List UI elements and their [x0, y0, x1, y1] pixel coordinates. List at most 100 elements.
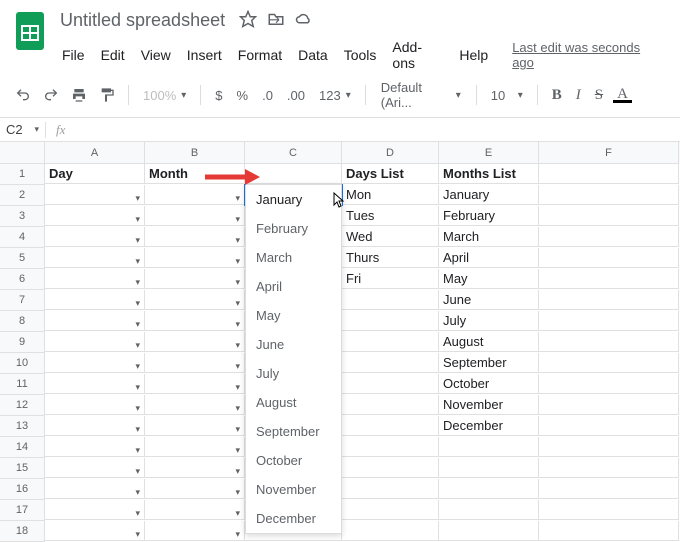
percent-button[interactable]: % [233, 88, 253, 103]
cell-B8[interactable] [145, 311, 245, 331]
cell-B9[interactable] [145, 332, 245, 352]
dropdown-option[interactable]: March [246, 243, 341, 272]
row-header[interactable]: 13 [0, 416, 45, 437]
cell-A4[interactable] [45, 227, 145, 247]
doc-title[interactable]: Untitled spreadsheet [56, 8, 229, 33]
row-header[interactable]: 16 [0, 479, 45, 500]
currency-button[interactable]: $ [211, 88, 226, 103]
cell-B18[interactable] [145, 521, 245, 541]
dropdown-option[interactable]: August [246, 388, 341, 417]
dropdown-option[interactable]: April [246, 272, 341, 301]
row-header[interactable]: 10 [0, 353, 45, 374]
col-header-C[interactable]: C [245, 142, 342, 164]
cell-E11[interactable]: October [439, 374, 539, 394]
cell-F2[interactable] [539, 185, 679, 205]
cell-D15[interactable] [342, 458, 439, 478]
print-button[interactable] [68, 84, 90, 106]
cell-B6[interactable] [145, 269, 245, 289]
cell-E18[interactable] [439, 521, 539, 541]
cell-D10[interactable] [342, 353, 439, 373]
cell-D16[interactable] [342, 479, 439, 499]
cell-E13[interactable]: December [439, 416, 539, 436]
row-header[interactable]: 9 [0, 332, 45, 353]
row-header[interactable]: 5 [0, 248, 45, 269]
dropdown-option[interactable]: November [246, 475, 341, 504]
cell-D14[interactable] [342, 437, 439, 457]
cell-A6[interactable] [45, 269, 145, 289]
cell-D17[interactable] [342, 500, 439, 520]
cell-D13[interactable] [342, 416, 439, 436]
move-icon[interactable] [267, 10, 285, 31]
cell-E10[interactable]: September [439, 353, 539, 373]
text-color-button[interactable]: A [613, 88, 632, 103]
dropdown-option[interactable]: July [246, 359, 341, 388]
cell-A9[interactable] [45, 332, 145, 352]
cell-B12[interactable] [145, 395, 245, 415]
undo-button[interactable] [12, 84, 34, 106]
menu-tools[interactable]: Tools [338, 45, 383, 65]
cell-F10[interactable] [539, 353, 679, 373]
col-header-E[interactable]: E [439, 142, 539, 164]
font-selector[interactable]: Default (Ari... [376, 79, 466, 111]
cell-F14[interactable] [539, 437, 679, 457]
cell-E5[interactable]: April [439, 248, 539, 268]
row-header[interactable]: 12 [0, 395, 45, 416]
decrease-decimals-button[interactable]: .0 [258, 88, 277, 103]
cell-B13[interactable] [145, 416, 245, 436]
cell-B17[interactable] [145, 500, 245, 520]
star-icon[interactable] [239, 10, 257, 31]
col-header-A[interactable]: A [45, 142, 145, 164]
cell-B7[interactable] [145, 290, 245, 310]
dropdown-option[interactable]: January [246, 185, 341, 214]
col-header-F[interactable]: F [539, 142, 679, 164]
cell-F18[interactable] [539, 521, 679, 541]
cell-E4[interactable]: March [439, 227, 539, 247]
cell-E6[interactable]: May [439, 269, 539, 289]
cell-D12[interactable] [342, 395, 439, 415]
cell-F5[interactable] [539, 248, 679, 268]
paint-format-button[interactable] [96, 84, 118, 106]
cell-F9[interactable] [539, 332, 679, 352]
cell-D9[interactable] [342, 332, 439, 352]
redo-button[interactable] [40, 84, 62, 106]
row-header[interactable]: 3 [0, 206, 45, 227]
cell-F6[interactable] [539, 269, 679, 289]
cell-B11[interactable] [145, 374, 245, 394]
cell-E1[interactable]: Months List [439, 164, 539, 184]
cell-F1[interactable] [539, 164, 679, 184]
row-header[interactable]: 4 [0, 227, 45, 248]
dropdown-option[interactable]: February [246, 214, 341, 243]
cell-E3[interactable]: February [439, 206, 539, 226]
row-header[interactable]: 6 [0, 269, 45, 290]
data-validation-dropdown[interactable]: January February March April May June Ju… [245, 184, 342, 534]
col-header-B[interactable]: B [145, 142, 245, 164]
cell-E17[interactable] [439, 500, 539, 520]
row-header[interactable]: 14 [0, 437, 45, 458]
cell-D6[interactable]: Fri [342, 269, 439, 289]
cell-A5[interactable] [45, 248, 145, 268]
row-header[interactable]: 18 [0, 521, 45, 542]
cell-A16[interactable] [45, 479, 145, 499]
cell-A8[interactable] [45, 311, 145, 331]
cell-E12[interactable]: November [439, 395, 539, 415]
cell-F12[interactable] [539, 395, 679, 415]
row-header[interactable]: 15 [0, 458, 45, 479]
cell-F15[interactable] [539, 458, 679, 478]
strike-button[interactable]: S [591, 87, 607, 104]
cell-E16[interactable] [439, 479, 539, 499]
cell-F8[interactable] [539, 311, 679, 331]
cell-B4[interactable] [145, 227, 245, 247]
cell-F7[interactable] [539, 290, 679, 310]
cell-E14[interactable] [439, 437, 539, 457]
cell-D5[interactable]: Thurs [342, 248, 439, 268]
menu-addons[interactable]: Add-ons [386, 37, 449, 73]
cell-A14[interactable] [45, 437, 145, 457]
cell-F13[interactable] [539, 416, 679, 436]
cell-D18[interactable] [342, 521, 439, 541]
last-edit-link[interactable]: Last edit was seconds ago [506, 38, 668, 72]
menu-view[interactable]: View [135, 45, 177, 65]
name-box[interactable]: C2 [0, 118, 45, 141]
cell-F16[interactable] [539, 479, 679, 499]
row-header[interactable]: 11 [0, 374, 45, 395]
cell-A15[interactable] [45, 458, 145, 478]
